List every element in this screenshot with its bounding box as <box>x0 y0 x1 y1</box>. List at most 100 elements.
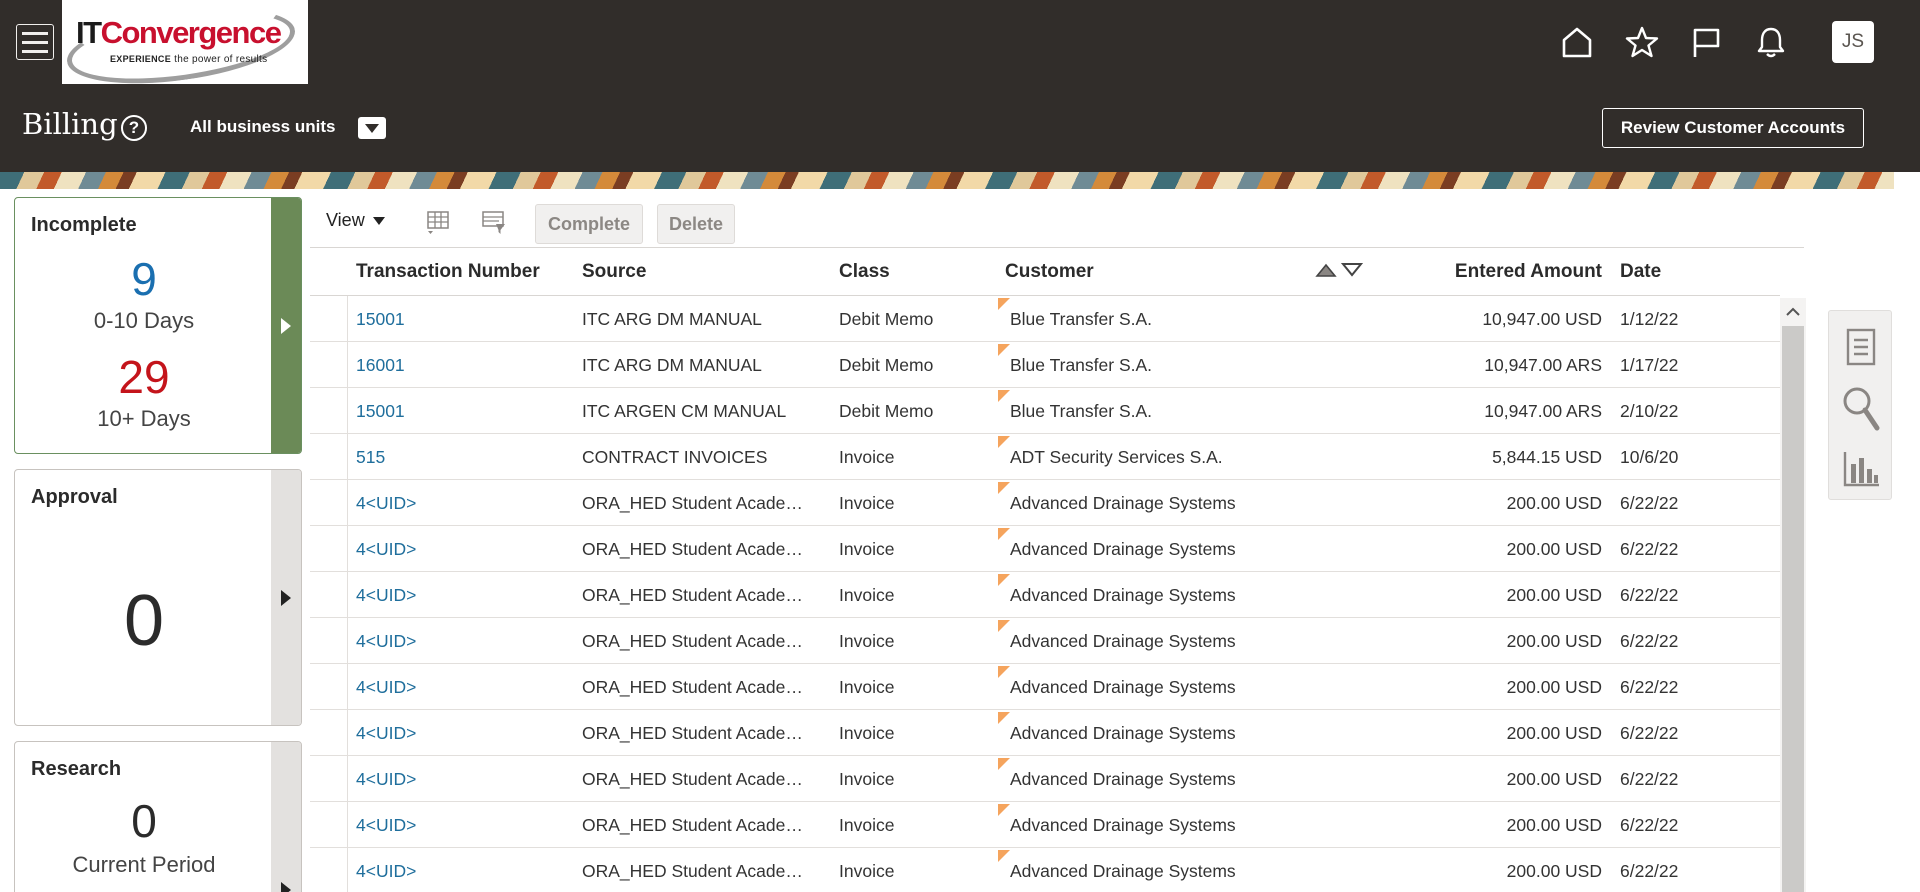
cell-customer: Advanced Drainage Systems <box>1010 815 1236 835</box>
table-row[interactable]: 515 CONTRACT INVOICES Invoice ADT Security … <box>310 434 1780 480</box>
cell-date: 2/10/22 <box>1620 401 1679 421</box>
cell-transaction-number[interactable]: 4<UID> <box>356 631 416 652</box>
business-unit-label: All business units <box>190 117 336 136</box>
table-row[interactable]: 4<UID> ORA_HED Student Academic Invoice Adv… <box>310 848 1780 892</box>
incomplete-count-recent[interactable]: 9 <box>15 252 273 306</box>
cell-transaction-number[interactable]: 4<UID> <box>356 493 416 514</box>
search-icon[interactable] <box>1839 383 1883 435</box>
infolet-approval[interactable]: Approval 0 <box>14 469 302 726</box>
chevron-right-icon <box>281 882 291 892</box>
col-date[interactable]: Date <box>1620 261 1661 283</box>
cell-entered-amount: 10,947.00 ARS <box>1484 401 1602 421</box>
incomplete-label-old: 10+ Days <box>97 406 191 431</box>
cell-transaction-number[interactable]: 4<UID> <box>356 539 416 560</box>
user-avatar[interactable]: JS <box>1832 21 1874 63</box>
cell-class: Invoice <box>839 723 895 743</box>
company-logo[interactable]: ITConvergence EXPERIENCE the power of re… <box>62 0 308 84</box>
flag-icon[interactable] <box>1686 22 1726 62</box>
table-row[interactable]: 4<UID> ORA_HED Student Academic Invoice Adv… <box>310 664 1780 710</box>
table-row[interactable]: 15001 ITC ARGEN CM MANUAL Debit Memo Blue T… <box>310 388 1780 434</box>
cell-source: ORA_HED Student Academic <box>582 585 808 605</box>
logo-tagline: the power of results <box>174 54 268 65</box>
col-entered-amount[interactable]: Entered Amount <box>1455 261 1602 283</box>
cell-date: 6/22/22 <box>1620 815 1679 835</box>
cell-transaction-number[interactable]: 4<UID> <box>356 769 416 790</box>
cell-class: Debit Memo <box>839 401 934 421</box>
flag-indicator <box>998 390 1010 402</box>
table-row[interactable]: 4<UID> ORA_HED Student Academic Invoice Adv… <box>310 480 1780 526</box>
flag-indicator <box>998 482 1010 494</box>
cell-entered-amount: 10,947.00 ARS <box>1484 355 1602 375</box>
cell-entered-amount: 200.00 USD <box>1506 861 1602 881</box>
freeze-columns-icon[interactable] <box>422 206 454 238</box>
cell-source: ORA_HED Student Academic <box>582 723 808 743</box>
sort-controls[interactable] <box>1315 262 1363 278</box>
help-icon[interactable]: ? <box>121 115 147 141</box>
cell-class: Invoice <box>839 861 895 881</box>
col-customer[interactable]: Customer <box>1005 261 1094 283</box>
cell-entered-amount: 5,844.15 USD <box>1492 447 1602 467</box>
cell-entered-amount: 200.00 USD <box>1506 677 1602 697</box>
review-customer-accounts-button[interactable]: Review Customer Accounts <box>1602 108 1864 148</box>
sort-descending-icon[interactable] <box>1341 262 1363 278</box>
scroll-up-icon[interactable] <box>1780 298 1806 324</box>
flag-indicator <box>998 574 1010 586</box>
complete-button[interactable]: Complete <box>535 204 643 244</box>
document-icon[interactable] <box>1839 321 1883 373</box>
cell-transaction-number[interactable]: 15001 <box>356 309 405 330</box>
cell-transaction-number[interactable]: 16001 <box>356 355 405 376</box>
table-row[interactable]: 16001 ITC ARG DM MANUAL Debit Memo Blue Tra… <box>310 342 1780 388</box>
cell-source: CONTRACT INVOICES <box>582 447 768 467</box>
cell-source: ORA_HED Student Academic <box>582 493 808 513</box>
cell-date: 6/22/22 <box>1620 861 1679 881</box>
approval-count[interactable]: 0 <box>15 580 273 662</box>
cell-class: Debit Memo <box>839 309 934 329</box>
logo-brand-it: IT <box>76 15 102 50</box>
hamburger-icon[interactable] <box>16 24 54 60</box>
infolet-research[interactable]: Research 0 Current Period <box>14 741 302 892</box>
vertical-scrollbar[interactable] <box>1780 298 1806 892</box>
incomplete-label-recent: 0-10 Days <box>93 308 195 333</box>
cell-transaction-number[interactable]: 4<UID> <box>356 677 416 698</box>
detach-table-icon[interactable] <box>478 206 510 238</box>
bar-chart-icon[interactable] <box>1839 443 1883 495</box>
cell-class: Invoice <box>839 815 895 835</box>
table-header: Transaction Number Source Class Customer… <box>310 248 1780 296</box>
expand-strip[interactable] <box>271 470 301 725</box>
cell-transaction-number[interactable]: 15001 <box>356 401 405 422</box>
infolet-incomplete[interactable]: Incomplete 9 0-10 Days 29 10+ Days <box>14 197 302 454</box>
table-row[interactable]: 4<UID> ORA_HED Student Academic Invoice Adv… <box>310 618 1780 664</box>
cell-customer: ADT Security Services S.A. <box>1010 447 1223 467</box>
scrollbar-thumb[interactable] <box>1782 326 1804 892</box>
home-icon[interactable] <box>1557 22 1597 62</box>
table-row[interactable]: 15001 ITC ARG DM MANUAL Debit Memo Blue Tra… <box>310 296 1780 342</box>
cell-transaction-number[interactable]: 4<UID> <box>356 861 416 882</box>
incomplete-count-old[interactable]: 29 <box>15 350 273 404</box>
table-row[interactable]: 4<UID> ORA_HED Student Academic Invoice Adv… <box>310 756 1780 802</box>
cell-transaction-number[interactable]: 4<UID> <box>356 585 416 606</box>
cell-transaction-number[interactable]: 4<UID> <box>356 815 416 836</box>
cell-class: Invoice <box>839 493 895 513</box>
col-source[interactable]: Source <box>582 261 646 283</box>
sort-ascending-icon[interactable] <box>1315 262 1337 278</box>
cell-date: 6/22/22 <box>1620 631 1679 651</box>
cell-entered-amount: 200.00 USD <box>1506 769 1602 789</box>
dropdown-arrow-icon[interactable] <box>358 117 386 139</box>
bell-icon[interactable] <box>1751 22 1791 62</box>
col-class[interactable]: Class <box>839 261 890 283</box>
table-row[interactable]: 4<UID> ORA_HED Student Academic Invoice Adv… <box>310 572 1780 618</box>
col-transaction-number[interactable]: Transaction Number <box>356 261 540 283</box>
expand-strip[interactable] <box>271 742 301 892</box>
table-row[interactable]: 4<UID> ORA_HED Student Academic Invoice Adv… <box>310 526 1780 572</box>
cell-transaction-number[interactable]: 515 <box>356 447 385 468</box>
delete-button[interactable]: Delete <box>657 204 735 244</box>
table-row[interactable]: 4<UID> ORA_HED Student Academic Invoice Adv… <box>310 710 1780 756</box>
research-count[interactable]: 0 <box>15 794 273 848</box>
expand-strip[interactable] <box>271 198 301 453</box>
table-row[interactable]: 4<UID> ORA_HED Student Academic Invoice Adv… <box>310 802 1780 848</box>
cell-date: 6/22/22 <box>1620 585 1679 605</box>
view-menu[interactable]: View <box>326 210 385 231</box>
cell-entered-amount: 200.00 USD <box>1506 493 1602 513</box>
star-icon[interactable] <box>1622 22 1662 62</box>
cell-transaction-number[interactable]: 4<UID> <box>356 723 416 744</box>
